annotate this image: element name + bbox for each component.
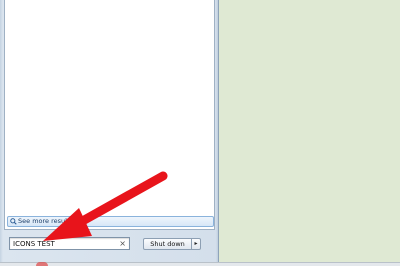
programs-list-pane: See more results — [4, 0, 215, 230]
clear-search-icon[interactable]: × — [119, 238, 126, 249]
taskbar — [0, 262, 400, 266]
shutdown-options-arrow-icon[interactable]: ▸ — [192, 238, 201, 250]
search-input-value: ICONS TEST — [13, 240, 55, 248]
see-more-results-label: See more results — [18, 217, 73, 225]
see-more-results-link[interactable]: See more results — [7, 216, 214, 227]
shutdown-button[interactable]: Shut down — [143, 238, 192, 250]
search-icon — [10, 218, 17, 225]
start-search-input[interactable]: ICONS TEST × — [9, 237, 130, 250]
start-orb[interactable] — [36, 262, 48, 266]
start-menu: See more results ICONS TEST × Shut down … — [0, 0, 219, 262]
